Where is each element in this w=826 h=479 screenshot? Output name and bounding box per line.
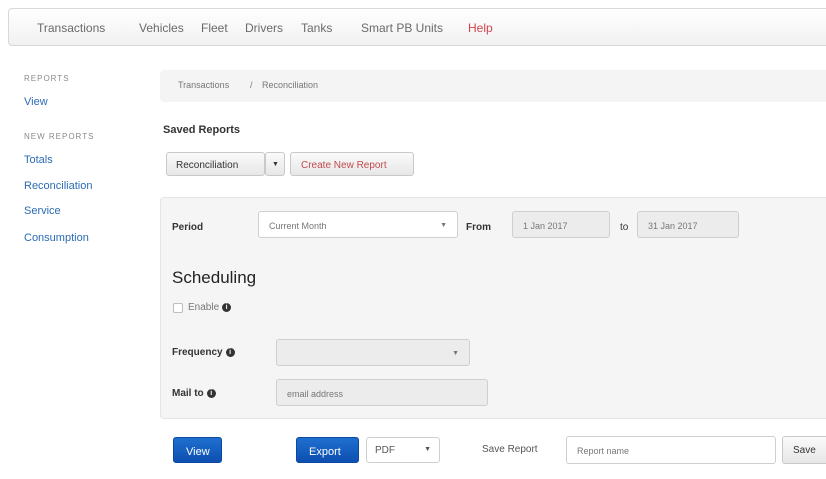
sidebar-heading-new-reports: NEW REPORTS [24,132,95,141]
info-icon: i [225,347,235,357]
nav-item-smart-pb-units[interactable]: Smart PB Units [361,21,443,35]
info-icon: i [206,388,216,398]
sidebar-link-consumption[interactable]: Consumption [24,232,89,244]
create-new-report-button[interactable]: Create New Report [290,152,414,176]
export-button-label: Export [309,446,341,458]
save-report-button-label: Save [793,445,816,456]
scheduling-heading: Scheduling [172,268,257,287]
view-button-label: View [186,446,210,458]
frequency-label: Frequency i [172,347,235,358]
enable-label-text: Enable [188,302,220,313]
caret-down-icon: ▼ [440,222,447,229]
save-report-button[interactable]: Save [782,436,826,464]
nav-item-fleet[interactable]: Fleet [201,21,228,35]
sidebar-heading-reports: REPORTS [24,74,70,83]
save-report-label: Save Report [482,444,538,455]
caret-down-icon: ▼ [272,161,279,168]
export-button[interactable]: Export [296,437,359,463]
info-icon: i [222,302,232,312]
enable-checkbox-label: Enable i [188,302,232,313]
mail-to-label: Mail to i [172,388,216,399]
to-date-field[interactable]: 31 Jan 2017 [637,211,739,238]
caret-down-icon: ▼ [452,350,459,357]
period-select[interactable]: Current Month ▼ [258,211,458,238]
report-name-input[interactable]: Report name [566,436,776,464]
sidebar-link-view[interactable]: View [24,96,48,108]
from-date-value: 1 Jan 2017 [523,221,568,231]
report-name-placeholder: Report name [577,446,630,456]
frequency-label-text: Frequency [172,347,223,358]
enable-checkbox[interactable] [173,303,183,313]
caret-down-icon: ▼ [424,446,431,453]
sidebar-link-reconciliation[interactable]: Reconciliation [24,180,92,192]
saved-report-dropdown[interactable]: Reconciliation [166,152,265,176]
export-format-select[interactable]: PDF ▼ [366,437,440,463]
from-label: From [466,222,491,233]
nav-item-help[interactable]: Help [468,21,493,35]
from-date-field[interactable]: 1 Jan 2017 [512,211,610,238]
frequency-select[interactable]: ▼ [276,339,470,366]
sidebar-link-service[interactable]: Service [24,205,61,217]
nav-item-transactions[interactable]: Transactions [37,21,105,35]
top-navbar: Transactions Vehicles Fleet Drivers Tank… [8,8,826,46]
sidebar-link-totals[interactable]: Totals [24,154,53,166]
mail-to-input[interactable]: email address [276,379,488,406]
to-date-value: 31 Jan 2017 [648,221,698,231]
nav-item-drivers[interactable]: Drivers [245,21,283,35]
saved-reports-title: Saved Reports [163,124,241,136]
to-label: to [620,222,629,233]
mail-to-label-text: Mail to [172,388,204,399]
breadcrumb-parent[interactable]: Transactions [178,80,229,90]
saved-report-dropdown-label: Reconciliation [176,160,239,171]
mail-to-placeholder: email address [287,389,344,399]
period-select-value: Current Month [269,221,327,231]
period-label: Period [172,222,204,233]
export-format-value: PDF [375,445,395,456]
nav-item-vehicles[interactable]: Vehicles [139,21,184,35]
nav-item-tanks[interactable]: Tanks [301,21,332,35]
view-button[interactable]: View [173,437,222,463]
breadcrumb-current: Reconciliation [262,80,319,90]
saved-report-dropdown-toggle[interactable]: ▼ [265,152,285,176]
breadcrumb-separator: / [250,80,253,90]
breadcrumb: Transactions / Reconciliation [160,70,826,102]
create-new-report-label: Create New Report [301,160,387,171]
